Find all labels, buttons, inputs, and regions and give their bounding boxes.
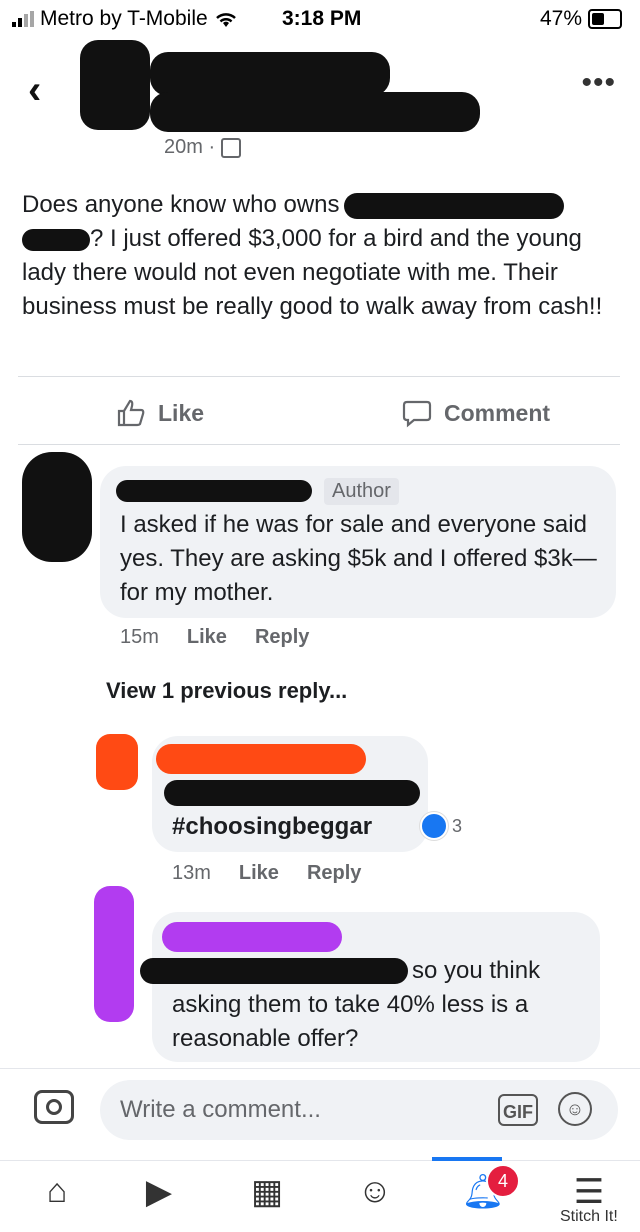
comment-label: Comment [444, 399, 551, 426]
battery-percent: 47% [539, 7, 582, 30]
comment-like-link[interactable]: Like [239, 862, 279, 885]
comment-button[interactable]: Comment [402, 398, 550, 428]
active-tab-indicator [432, 1157, 502, 1161]
post-timestamp: 20m · [164, 136, 216, 158]
comment-text: so you think asking them to take 40% les… [172, 957, 541, 1052]
redacted-text [164, 780, 420, 806]
carrier-label: Metro by T-Mobile [40, 7, 208, 30]
like-button[interactable]: Like [116, 398, 204, 428]
comment-text: I asked if he was for sale and everyone … [120, 511, 597, 606]
home-icon[interactable]: ⌂ [32, 1172, 82, 1211]
thumbs-up-icon [117, 399, 145, 427]
comment-reply-link[interactable]: Reply [307, 862, 361, 885]
group-icon [221, 137, 242, 158]
wifi-icon [215, 13, 236, 27]
camera-icon[interactable] [34, 1090, 74, 1124]
signal-icon [12, 11, 34, 27]
reaction-summary[interactable]: 3 [420, 812, 462, 840]
emoji-icon[interactable]: ☺ [558, 1092, 592, 1126]
comment-input[interactable]: Write a comment... [100, 1080, 618, 1140]
post-text-2: ? I just offered $3,000 for a bird and t… [22, 225, 603, 320]
like-label: Like [158, 399, 205, 426]
chevron-left-icon[interactable]: ‹ [28, 70, 41, 110]
divider [18, 376, 620, 377]
view-previous-replies[interactable]: View 1 previous reply... [106, 678, 347, 704]
author-badge: Author [324, 478, 399, 505]
carrier: Metro by T-Mobile [12, 7, 238, 31]
comment-icon [402, 400, 432, 428]
clock: 3:18 PM [282, 7, 362, 30]
redacted-name [156, 744, 366, 774]
redacted-name [150, 52, 390, 96]
gif-button[interactable]: GIF [498, 1094, 538, 1126]
comment-meta: 13m Like Reply [172, 862, 361, 885]
battery-icon [588, 9, 622, 29]
bottom-nav [0, 1160, 640, 1232]
watermark: Stitch It! [560, 1208, 618, 1225]
post-text-1: Does anyone know who owns [22, 191, 340, 218]
redacted-business [343, 192, 564, 219]
comment-time: 15m [120, 626, 159, 648]
redacted-name [116, 480, 312, 502]
comment-meta: 15m Like Reply [120, 626, 309, 649]
video-icon[interactable]: ▶ [134, 1172, 184, 1212]
reaction-count: 3 [452, 815, 463, 836]
post-meta: 20m · [164, 136, 242, 159]
redacted-avatar [96, 734, 138, 790]
divider [18, 444, 620, 445]
comment-time: 13m [172, 862, 211, 884]
more-icon[interactable]: ••• [581, 66, 616, 100]
menu-icon[interactable]: ☰ [564, 1172, 614, 1212]
comment-text: #choosingbeggar [172, 813, 373, 840]
comment-reply-link[interactable]: Reply [255, 626, 309, 649]
redacted-group [150, 92, 480, 132]
thumbs-up-icon [420, 812, 448, 840]
redacted-avatar [22, 452, 92, 562]
battery: 47% [540, 7, 622, 31]
post-body: Does anyone know who owns ? I just offer… [22, 188, 612, 324]
redacted-name [162, 922, 342, 952]
redacted-avatar [80, 40, 150, 130]
marketplace-icon[interactable]: ▦ [242, 1172, 292, 1212]
comment-like-link[interactable]: Like [187, 626, 227, 649]
status-bar: Metro by T-Mobile 3:18 PM 47% [0, 0, 640, 36]
groups-icon[interactable]: ☺ [350, 1172, 400, 1211]
redacted-avatar [94, 886, 134, 1022]
notification-badge: 4 [486, 1164, 520, 1198]
redacted-business-2 [22, 228, 90, 251]
